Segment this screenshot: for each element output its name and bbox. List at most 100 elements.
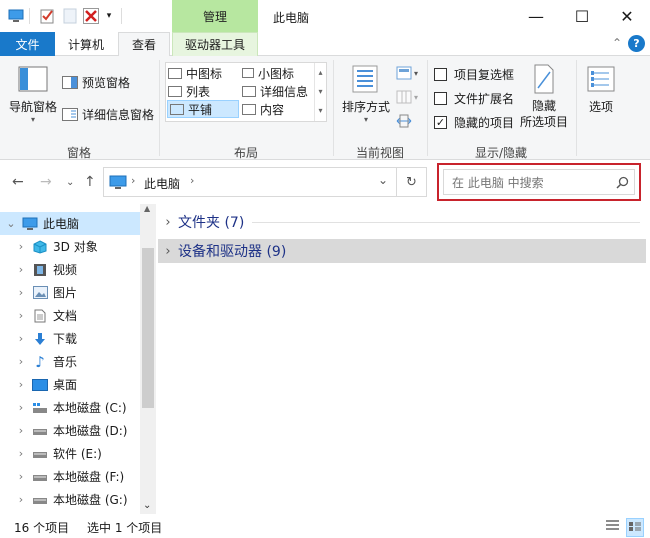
options-button[interactable]: 选项 — [585, 98, 617, 115]
layout-medium-icons[interactable]: 中图标 — [168, 64, 238, 82]
search-icon[interactable] — [616, 176, 629, 189]
status-item-count: 16 个项目 — [14, 521, 70, 535]
nav-scrollbar-thumb[interactable] — [142, 248, 154, 408]
nav-item-pictures[interactable]: › 图片 — [0, 281, 140, 304]
scroll-down-icon[interactable]: ⌄ — [143, 500, 151, 511]
details-pane-button[interactable]: 详细信息窗格 — [62, 106, 154, 123]
tab-file[interactable]: 文件 — [0, 32, 55, 56]
recent-locations-icon[interactable]: ⌄ — [66, 177, 74, 188]
sort-by-icon[interactable] — [350, 64, 380, 97]
help-icon[interactable]: ? — [628, 35, 645, 52]
computer-icon[interactable] — [6, 6, 26, 26]
group-header-devices-drives[interactable]: › 设备和驱动器 (9) — [158, 239, 646, 263]
tiles-view-icon[interactable] — [626, 518, 644, 537]
nav-item-desktop[interactable]: › 桌面 — [0, 373, 140, 396]
hidden-items-label: 隐藏的项目 — [454, 116, 515, 130]
layout-small-icons-label: 小图标 — [258, 66, 295, 81]
nav-item-downloads[interactable]: › 下载 — [0, 327, 140, 350]
layout-small-icons[interactable]: 小图标 — [242, 64, 312, 82]
close-button[interactable]: ✕ — [604, 0, 650, 32]
nav-item-documents[interactable]: › 文档 — [0, 304, 140, 327]
details-view-icon[interactable] — [605, 519, 620, 535]
ribbon-divider — [576, 60, 577, 156]
address-bar[interactable]: › 此电脑 › ⌄ — [103, 167, 397, 197]
delete-icon[interactable] — [81, 6, 101, 26]
scroll-up-icon[interactable]: ▲ — [144, 204, 150, 213]
minimize-button[interactable]: — — [513, 0, 559, 32]
hidden-items-toggle[interactable]: ✓ 隐藏的项目 — [434, 114, 514, 131]
file-extensions-toggle[interactable]: 文件扩展名 — [434, 90, 514, 107]
tab-drive-tools[interactable]: 驱动器工具 — [172, 32, 258, 56]
group-by-button[interactable]: ▾ — [396, 66, 418, 80]
expand-chevron-icon[interactable]: › — [14, 332, 28, 345]
expand-chevron-icon[interactable]: › — [14, 401, 28, 414]
nav-item-this-pc[interactable]: ⌄ 此电脑 — [0, 212, 140, 235]
new-folder-icon[interactable] — [60, 6, 80, 26]
nav-item-label: 本地磁盘 (G:) — [53, 493, 128, 507]
tab-computer[interactable]: 计算机 — [58, 32, 114, 56]
picture-icon — [32, 286, 48, 300]
preview-pane-button[interactable]: 预览窗格 — [62, 74, 130, 91]
drive-icon — [32, 470, 48, 484]
desktop-icon — [32, 378, 48, 392]
nav-item-drive-g[interactable]: › 本地磁盘 (G:) — [0, 488, 140, 511]
system-drive-icon — [32, 401, 48, 415]
expand-chevron-icon[interactable]: › — [14, 447, 28, 460]
add-columns-button[interactable]: ▾ — [396, 90, 418, 104]
layout-details[interactable]: 详细信息 — [242, 82, 318, 100]
nav-pane-icon[interactable] — [18, 66, 48, 95]
layout-content[interactable]: 内容 — [242, 100, 312, 118]
layout-list[interactable]: 列表 — [168, 82, 238, 100]
sort-by-button[interactable]: 排序方式 ▾ — [341, 98, 391, 124]
expand-chevron-icon[interactable]: › — [158, 215, 178, 230]
expand-chevron-icon[interactable]: › — [14, 355, 28, 368]
qat-customize-icon[interactable]: ▾ — [103, 6, 115, 26]
nav-item-3d-objects[interactable]: › 3D 对象 — [0, 235, 140, 258]
forward-arrow-icon[interactable]: → — [40, 174, 52, 190]
back-arrow-icon[interactable]: ← — [12, 174, 24, 190]
breadcrumb-this-pc[interactable]: 此电脑 — [144, 175, 180, 192]
maximize-button[interactable]: ☐ — [559, 0, 605, 32]
collapse-chevron-icon[interactable]: ⌄ — [4, 217, 18, 230]
expand-chevron-icon[interactable]: › — [14, 493, 28, 506]
nav-item-drive-e[interactable]: › 软件 (E:) — [0, 442, 140, 465]
expand-chevron-icon[interactable]: › — [14, 424, 28, 437]
tab-view[interactable]: 查看 — [118, 32, 170, 57]
layout-tiles[interactable]: 平铺 — [167, 100, 239, 118]
nav-item-label: 3D 对象 — [53, 240, 98, 254]
expand-chevron-icon[interactable]: › — [14, 309, 28, 322]
refresh-button[interactable]: ↻ — [397, 167, 427, 197]
expand-chevron-icon[interactable]: › — [158, 244, 178, 259]
properties-icon[interactable] — [37, 6, 57, 26]
up-arrow-icon[interactable]: ↑ — [84, 174, 96, 190]
size-columns-button[interactable] — [396, 114, 412, 131]
breadcrumb-chevron-icon[interactable]: › — [190, 174, 194, 187]
expand-chevron-icon[interactable]: › — [14, 470, 28, 483]
group-by-chevron-icon: ▾ — [414, 68, 419, 78]
address-dropdown-icon[interactable]: ⌄ — [378, 173, 388, 187]
hide-selected-button[interactable]: 隐藏 所选项目 — [519, 98, 569, 130]
nav-item-music[interactable]: › ♪ 音乐 — [0, 350, 140, 373]
search-input[interactable] — [452, 174, 612, 192]
nav-item-drive-d[interactable]: › 本地磁盘 (D:) — [0, 419, 140, 442]
nav-item-drive-c[interactable]: › 本地磁盘 (C:) — [0, 396, 140, 419]
ribbon-collapse-icon[interactable]: ⌃ — [612, 36, 622, 50]
expand-chevron-icon[interactable]: › — [14, 240, 28, 253]
nav-scrollbar[interactable]: ▲ ⌄ — [140, 204, 156, 514]
nav-item-videos[interactable]: › 视频 — [0, 258, 140, 281]
nav-pane-button[interactable]: 导航窗格 ▾ — [7, 98, 59, 124]
item-checkboxes-toggle[interactable]: 项目复选框 — [434, 66, 514, 83]
item-checkboxes-checkbox[interactable] — [434, 68, 447, 81]
expand-chevron-icon[interactable]: › — [14, 263, 28, 276]
layout-gallery-scroll[interactable]: ▴ ▾ ▾ — [314, 63, 326, 121]
search-box[interactable] — [443, 169, 635, 195]
breadcrumb-chevron-icon[interactable]: › — [131, 174, 135, 187]
expand-chevron-icon[interactable]: › — [14, 378, 28, 391]
options-icon[interactable] — [587, 66, 615, 95]
hidden-items-checkbox[interactable]: ✓ — [434, 116, 447, 129]
file-extensions-checkbox[interactable] — [434, 92, 447, 105]
nav-item-drive-f[interactable]: › 本地磁盘 (F:) — [0, 465, 140, 488]
hide-selected-icon[interactable] — [533, 64, 555, 97]
group-header-folders[interactable]: › 文件夹 (7) — [158, 210, 646, 234]
expand-chevron-icon[interactable]: › — [14, 286, 28, 299]
